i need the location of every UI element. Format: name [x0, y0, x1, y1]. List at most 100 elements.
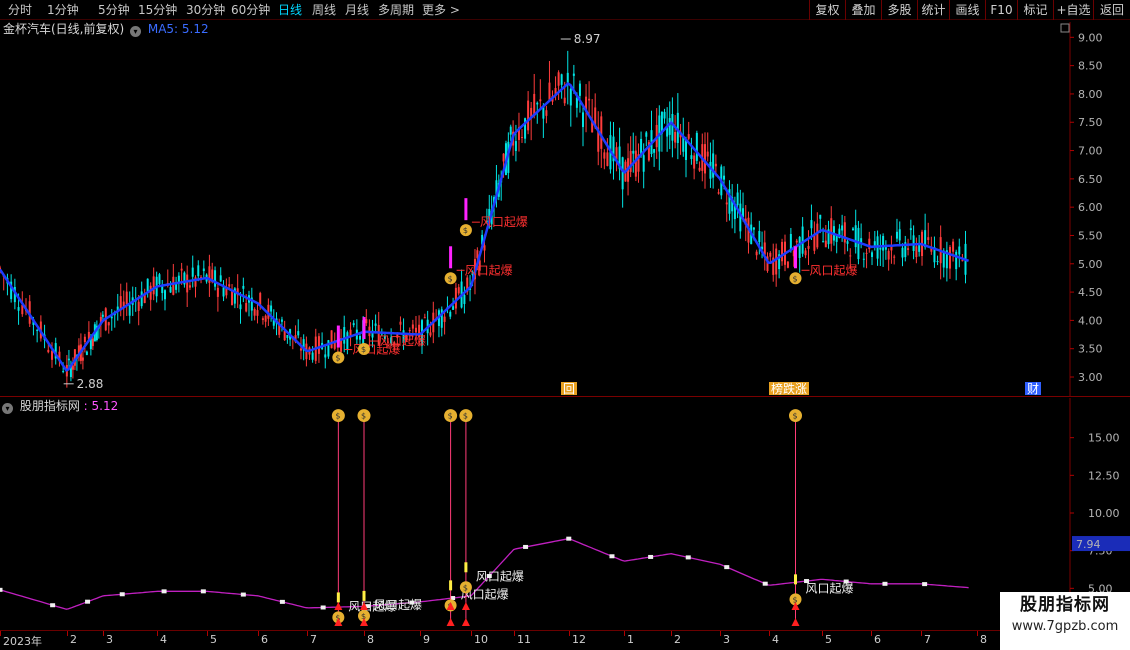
candle-body	[706, 151, 709, 157]
candle-body	[901, 247, 904, 258]
date-label: 5	[825, 633, 832, 646]
date-label: 9	[423, 633, 430, 646]
candle-body	[813, 235, 816, 251]
candle-body	[521, 136, 524, 138]
candle-body	[231, 290, 234, 306]
candle-body	[695, 132, 698, 161]
candle-body	[830, 218, 833, 244]
candle-body	[936, 260, 939, 262]
candle-body	[188, 285, 191, 288]
period-tab-1min[interactable]: 1分钟	[47, 2, 79, 18]
candle-body	[374, 323, 377, 326]
candle-body	[107, 322, 110, 326]
indicator-point	[685, 555, 691, 560]
candle-body	[429, 332, 432, 336]
candle-body	[563, 97, 566, 104]
panel-toggle-icon[interactable]	[1060, 23, 1070, 33]
signal-label: 风口起爆	[374, 598, 422, 612]
overlay-button[interactable]: 叠加	[845, 0, 881, 20]
candle-body	[514, 141, 517, 151]
period-tab-daily[interactable]: 日线	[278, 2, 302, 18]
signal-bar	[794, 574, 797, 585]
candle-body	[895, 231, 898, 239]
signal-bar	[336, 592, 340, 603]
candle-body	[346, 332, 349, 351]
candle-body	[671, 113, 674, 141]
candle-body	[85, 351, 88, 355]
candle-body	[653, 149, 656, 153]
candle-body	[414, 327, 417, 333]
candle-body	[955, 251, 958, 270]
candle-body	[449, 311, 452, 317]
indicator-chart[interactable]: 15.0012.5010.007.505.007.94$$风口起爆$$风口起爆$…	[0, 398, 1130, 630]
period-tab-more[interactable]: 更多 >	[422, 2, 460, 18]
candle-body	[297, 331, 300, 336]
money-bag-symbol: $	[335, 354, 340, 363]
indicator-point	[85, 599, 91, 604]
y-tick-label: 7.50	[1078, 116, 1103, 129]
sub-y-tick-label: 10.00	[1088, 507, 1120, 520]
candle-body	[879, 247, 882, 250]
low-price-label: 2.88	[77, 377, 104, 391]
candle-body	[952, 241, 955, 252]
date-label: 12	[572, 633, 586, 646]
back-button[interactable]: 返回	[1093, 0, 1130, 20]
period-tab-monthly[interactable]: 月线	[345, 2, 369, 18]
candle-body	[801, 226, 804, 254]
signal-bar	[362, 317, 366, 340]
candle-body	[311, 352, 314, 360]
candle-body	[264, 315, 267, 322]
candle-body	[854, 225, 857, 248]
candle-body	[819, 214, 822, 219]
candle-body	[582, 112, 585, 128]
candle-body	[843, 222, 846, 243]
date-tick	[0, 631, 1, 636]
candle-body	[693, 155, 696, 169]
money-bag-symbol: $	[463, 226, 468, 235]
watermark-title: 股朋指标网	[1020, 595, 1110, 615]
period-tab-intraday[interactable]: 分时	[8, 2, 32, 18]
f10-button[interactable]: F10	[985, 0, 1017, 20]
indicator-point	[50, 603, 56, 608]
date-label: 4	[160, 633, 167, 646]
period-tab-5min[interactable]: 5分钟	[98, 2, 130, 18]
signal-bar	[464, 198, 468, 221]
period-tab-multi[interactable]: 多周期	[378, 2, 414, 18]
event-marker-label: 回	[563, 382, 575, 396]
period-tab-30min[interactable]: 30分钟	[186, 2, 225, 18]
period-tab-weekly[interactable]: 周线	[312, 2, 336, 18]
candle-body	[169, 286, 172, 293]
candle-body	[158, 274, 161, 284]
adjust-button[interactable]: 复权	[809, 0, 845, 20]
date-label: 7	[310, 633, 317, 646]
statistics-button[interactable]: 统计	[917, 0, 949, 20]
candle-body	[452, 306, 455, 310]
candle-body	[71, 365, 74, 370]
date-label: 6	[261, 633, 268, 646]
date-tick	[720, 631, 721, 636]
period-tab-15min[interactable]: 15分钟	[138, 2, 177, 18]
candlestick-chart[interactable]: 9.00 8.50 8.00 7.50 7.00 6.50 6.00 5.50 5.00 4.50…	[0, 22, 1130, 397]
date-tick	[514, 631, 515, 636]
date-label: 2023年	[3, 635, 42, 648]
y-tick-label: 9.00	[1078, 31, 1103, 44]
period-tab-60min[interactable]: 60分钟	[231, 2, 270, 18]
candle-body	[259, 293, 262, 305]
date-label: 8	[367, 633, 374, 646]
money-bag-symbol: $	[361, 412, 366, 421]
signal-label: 风口起爆	[806, 581, 854, 595]
candle-body	[717, 192, 720, 194]
indicator-point	[648, 554, 654, 559]
signal-bar	[449, 246, 453, 269]
up-arrow-icon	[446, 618, 455, 626]
add-favorite-button[interactable]: +自选	[1053, 0, 1093, 20]
mark-button[interactable]: 标记	[1017, 0, 1053, 20]
multi-stock-button[interactable]: 多股	[881, 0, 917, 20]
draw-line-button[interactable]: 画线	[949, 0, 985, 20]
y-tick-label: 7.00	[1078, 145, 1103, 158]
indicator-point	[523, 544, 529, 549]
candle-body	[502, 153, 505, 162]
candle-body	[128, 305, 131, 316]
date-label: 11	[517, 633, 531, 646]
candle-body	[527, 100, 530, 131]
